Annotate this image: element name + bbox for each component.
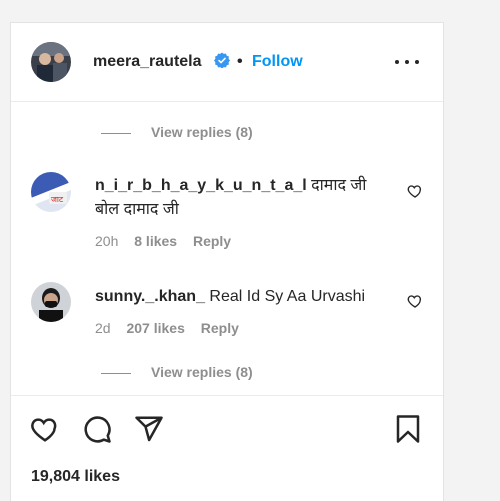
- comment-username[interactable]: n_i_r_b_h_a_y_k_u_n_t_a_l: [95, 177, 307, 194]
- comment-time: 2d: [95, 320, 111, 336]
- view-replies-label: View replies (8): [151, 124, 253, 140]
- comment-meta: 2d 207 likes Reply: [95, 320, 239, 336]
- replies-line: [101, 132, 131, 134]
- bookmark-icon[interactable]: [393, 414, 423, 444]
- view-replies-button[interactable]: View replies (8): [101, 364, 253, 380]
- more-options-icon[interactable]: [394, 51, 420, 71]
- commenter-avatar[interactable]: जाट: [31, 172, 71, 212]
- header-separator: •: [237, 53, 243, 70]
- comment-time: 20h: [95, 233, 119, 249]
- comment-likes[interactable]: 8 likes: [134, 233, 177, 249]
- author-avatar[interactable]: [31, 42, 71, 82]
- heart-icon[interactable]: [407, 293, 423, 309]
- heart-icon[interactable]: [407, 183, 423, 199]
- actions-divider: [11, 395, 443, 396]
- svg-text:जाट: जाट: [51, 195, 64, 204]
- verified-badge-icon: [214, 52, 230, 68]
- reply-button[interactable]: Reply: [201, 320, 239, 336]
- reply-button[interactable]: Reply: [193, 233, 231, 249]
- comment-body: n_i_r_b_h_a_y_k_u_n_t_a_l दामाद जी बोल द…: [95, 174, 385, 222]
- follow-button[interactable]: Follow: [252, 53, 303, 71]
- view-replies-label: View replies (8): [151, 364, 253, 380]
- post-card: meera_rautela • Follow View replies (8) …: [10, 22, 444, 501]
- author-username[interactable]: meera_rautela: [93, 53, 202, 71]
- view-replies-button[interactable]: View replies (8): [101, 124, 253, 140]
- replies-line: [101, 372, 131, 374]
- comment-username[interactable]: sunny._.khan_: [95, 288, 205, 305]
- comment-body: sunny._.khan_ Real Id Sy Aa Urvashi: [95, 285, 385, 309]
- comment-icon[interactable]: [82, 414, 112, 444]
- comment-likes[interactable]: 207 likes: [126, 320, 184, 336]
- likes-count[interactable]: 19,804 likes: [31, 468, 120, 486]
- comment-meta: 20h 8 likes Reply: [95, 233, 231, 249]
- commenter-avatar[interactable]: [31, 282, 71, 322]
- share-icon[interactable]: [134, 414, 164, 444]
- comment-text: Real Id Sy Aa Urvashi: [209, 288, 366, 305]
- heart-icon[interactable]: [30, 414, 60, 444]
- post-header: meera_rautela • Follow: [11, 23, 443, 102]
